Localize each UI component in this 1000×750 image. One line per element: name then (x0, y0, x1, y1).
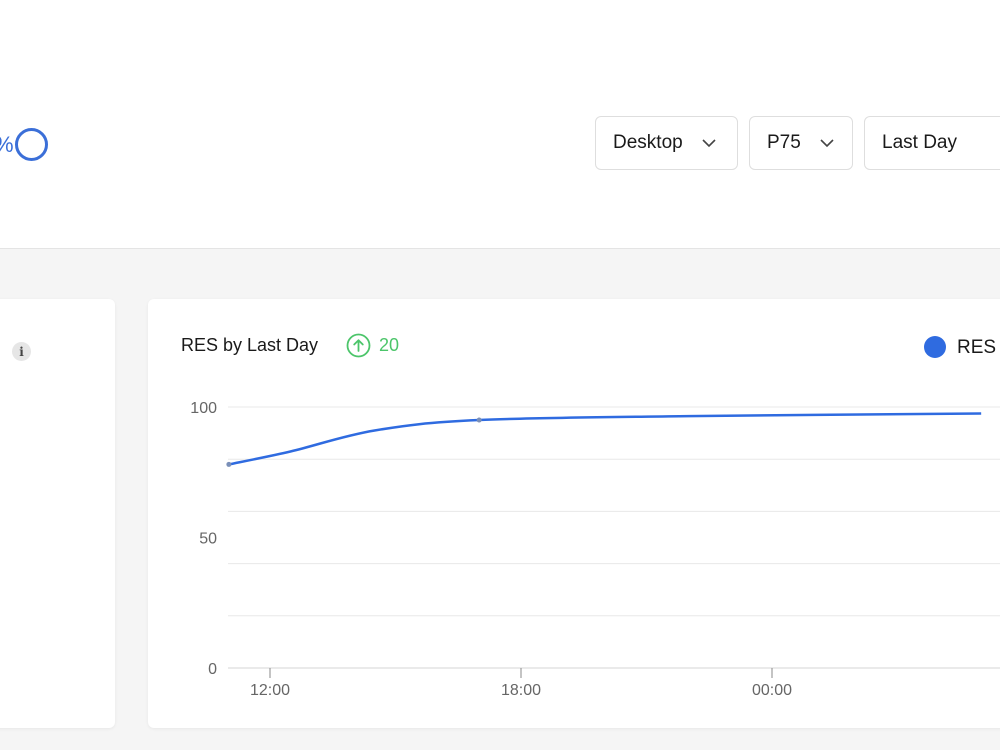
x-tick-label: 18:00 (501, 682, 541, 699)
series-line-res (228, 412, 982, 466)
y-tick-label: 50 (199, 531, 217, 548)
data-point (476, 417, 482, 423)
y-tick-label: 0 (208, 661, 217, 678)
data-point (226, 461, 232, 467)
line-chart: 0 50 100 12:00 18:00 00:00 (190, 400, 1000, 699)
x-tick-label: 00:00 (752, 682, 792, 699)
x-tick-label: 12:00 (250, 682, 290, 699)
y-tick-label: 100 (190, 400, 217, 417)
